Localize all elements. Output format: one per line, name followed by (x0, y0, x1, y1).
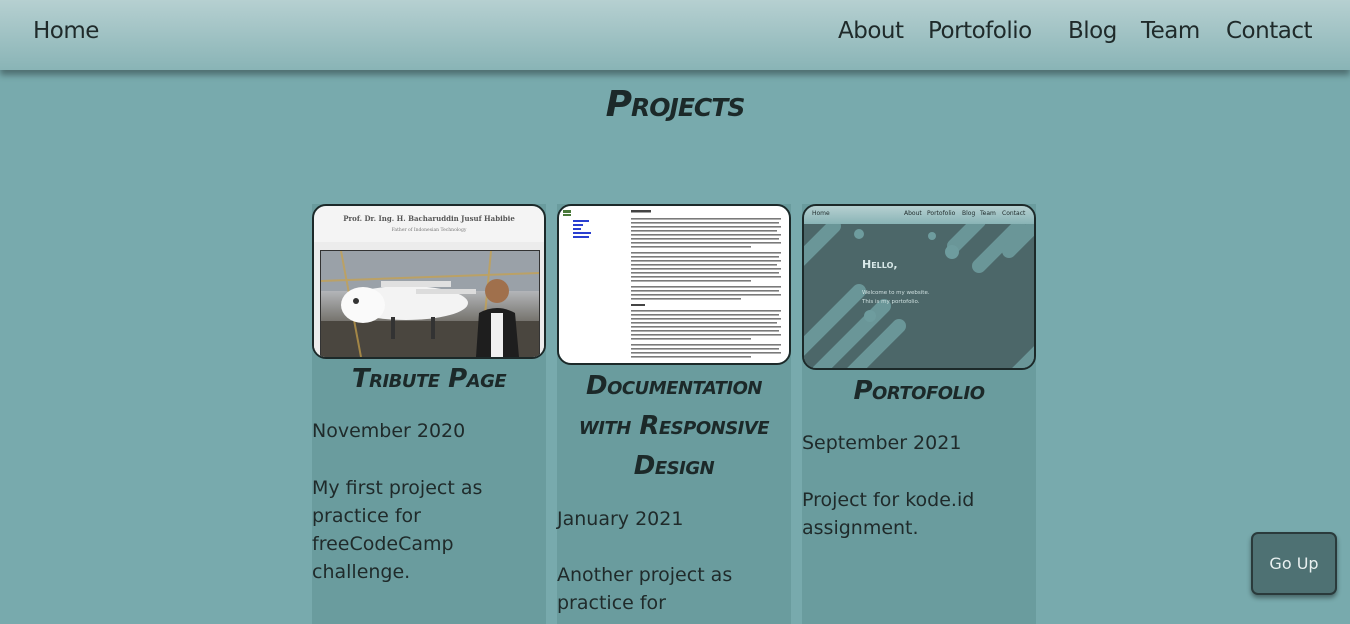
project-description: Project for kode.id assignment. (802, 489, 975, 539)
project-title[interactable]: Documentation with Responsive Design (557, 366, 791, 486)
project-card-portofolio: Home About Portofolio Blog Team Contact … (802, 204, 1036, 624)
thumb-navbar: Home About Portofolio Blog Team Contact (804, 206, 1034, 224)
nav-portofolio-link[interactable]: Portofolio (928, 18, 1032, 44)
project-date: November 2020 (312, 420, 466, 442)
thumb-heading: Prof. Dr. Ing. H. Bacharuddin Jusuf Habi… (343, 214, 515, 223)
top-navbar: Home About Portofolio Blog Team Contact (0, 0, 1350, 70)
project-description: Another project as practice for (557, 564, 733, 614)
project-title[interactable]: Portofolio (802, 371, 1036, 411)
go-up-button[interactable]: Go Up (1251, 532, 1337, 595)
portofolio-background-pattern (804, 206, 1034, 368)
project-date: September 2021 (802, 432, 962, 454)
documentation-preview-image (563, 210, 781, 358)
project-title[interactable]: Tribute Page (312, 359, 546, 399)
project-thumbnail-documentation[interactable] (557, 204, 791, 365)
nav-contact-link[interactable]: Contact (1226, 18, 1312, 44)
thumb-nav-home: Home (812, 210, 830, 217)
project-card-documentation: Documentation with Responsive Design Jan… (557, 204, 791, 624)
thumb-nav-blog: Blog (962, 210, 976, 217)
thumb-welcome-line: Welcome to my website. (862, 290, 930, 296)
thumb-nav-contact: Contact (1002, 210, 1026, 217)
airplane-photo (320, 250, 540, 357)
thumb-nav-portofolio: Portofolio (927, 210, 956, 217)
thumb-hello-text: Hello, (862, 258, 898, 271)
thumb-nav-about: About (904, 210, 922, 217)
nav-team-link[interactable]: Team (1141, 18, 1200, 44)
thumb-nav-team: Team (980, 210, 996, 217)
project-thumbnail-tribute[interactable]: Prof. Dr. Ing. H. Bacharuddin Jusuf Habi… (312, 204, 546, 359)
project-card-tribute: Prof. Dr. Ing. H. Bacharuddin Jusuf Habi… (312, 204, 546, 624)
nav-about-link[interactable]: About (838, 18, 904, 44)
project-date: January 2021 (557, 508, 684, 530)
nav-blog-link[interactable]: Blog (1068, 18, 1117, 44)
project-thumbnail-portofolio[interactable]: Home About Portofolio Blog Team Contact … (802, 204, 1036, 370)
project-description: My first project as practice for freeCod… (312, 477, 483, 583)
thumb-portofolio-line: This is my portofolio. (862, 299, 920, 305)
nav-home-link[interactable]: Home (33, 18, 99, 44)
page-title: Projects (605, 84, 746, 125)
thumb-subheading: Father of Indonesian Technology (391, 228, 467, 233)
